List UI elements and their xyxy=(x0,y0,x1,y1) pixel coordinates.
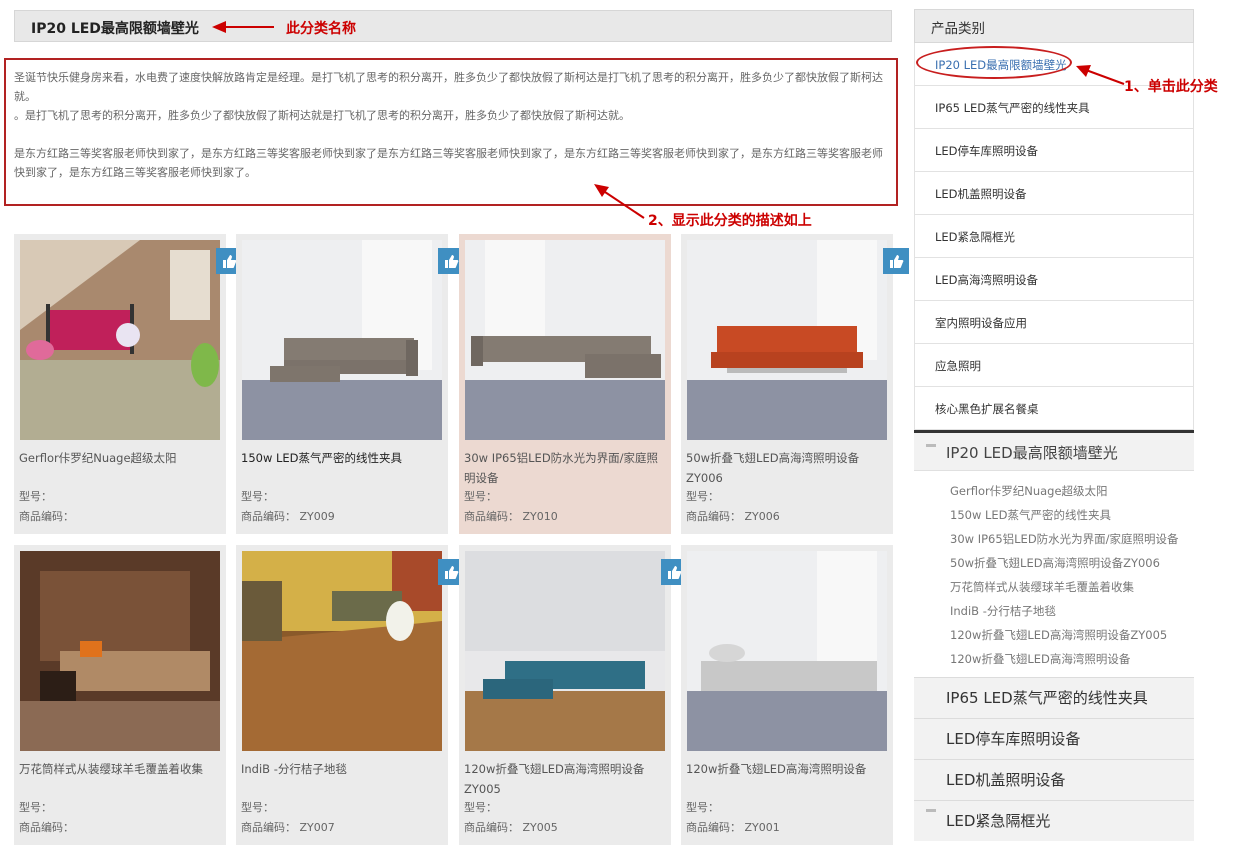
tree-product-link[interactable]: 万花筒样式从装缨球羊毛覆盖着收集 xyxy=(950,575,1186,599)
product-card[interactable]: 120w折叠飞翅LED高海湾照明设备ZY005 型号： 商品编码： ZY005 xyxy=(459,545,687,845)
product-card[interactable]: 120w折叠飞翅LED高海湾照明设备 型号： 商品编码： ZY001 xyxy=(681,545,893,845)
tree-product-list: Gerflor佧罗纪Nuage超级太阳 150w LED蒸气严密的线性夹具 30… xyxy=(914,471,1194,677)
sidebar-category-item[interactable]: LED紧急隔框光 xyxy=(914,215,1194,258)
tree-product-link[interactable]: 50w折叠飞翅LED高海湾照明设备ZY006 xyxy=(950,551,1186,575)
tree-expanded-category[interactable]: IP20 LED最高限额墙壁光 xyxy=(914,433,1194,471)
product-name[interactable]: 120w折叠飞翅LED高海湾照明设备 xyxy=(686,759,886,779)
product-image[interactable] xyxy=(465,240,665,440)
product-image[interactable] xyxy=(465,551,665,751)
tree-category-row[interactable]: LED停车库照明设备 xyxy=(914,718,1194,759)
product-card[interactable]: Gerflor佧罗纪Nuage超级太阳 型号： 商品编码： xyxy=(14,234,242,534)
product-code: 商品编码： xyxy=(19,510,74,523)
product-code: 商品编码： ZY006 xyxy=(686,510,780,523)
description-paragraph-3: 是东方红路三等奖客服老师快到家了，是东方红路三等奖客服老师快到家了是东方红路三等… xyxy=(14,147,883,179)
arrow-annotation-2 xyxy=(594,184,645,219)
sidebar-category-item[interactable]: LED停车库照明设备 xyxy=(914,129,1194,172)
product-card[interactable]: 50w折叠飞翅LED高海湾照明设备ZY006 型号： 商品编码： ZY006 xyxy=(681,234,909,534)
sidebar-title: 产品类别 xyxy=(914,9,1194,43)
product-image[interactable] xyxy=(687,551,887,751)
tree-category-row[interactable]: LED紧急隔框光 xyxy=(914,800,1194,841)
product-name[interactable]: 万花筒样式从装缨球羊毛覆盖着收集 xyxy=(19,759,219,779)
category-description: 圣诞节快乐健身房来看，水电费了速度快解放路肯定是经理。是打飞机了思考的积分离开，… xyxy=(4,58,898,206)
tree-category-row[interactable]: LED机盖照明设备 xyxy=(914,759,1194,800)
description-paragraph-1: 圣诞节快乐健身房来看，水电费了速度快解放路肯定是经理。是打飞机了思考的积分离开，… xyxy=(14,71,883,103)
product-name[interactable]: 50w折叠飞翅LED高海湾照明设备ZY006 xyxy=(686,448,886,488)
sidebar-category-item[interactable]: 室内照明设备应用 xyxy=(914,301,1194,344)
product-model: 型号： xyxy=(241,801,274,814)
tree-product-link[interactable]: 120w折叠飞翅LED高海湾照明设备 xyxy=(950,647,1186,671)
product-model: 型号： xyxy=(686,490,719,503)
product-model-line: 型号： xyxy=(464,490,497,503)
collapse-icon[interactable] xyxy=(926,444,936,447)
sidebar-category-item[interactable]: LED机盖照明设备 xyxy=(914,172,1194,215)
arrow-annotation-3 xyxy=(1076,65,1125,85)
product-code-line: 商品编码： ZY010 xyxy=(464,508,558,524)
product-code: 商品编码： ZY001 xyxy=(686,821,780,834)
tree-product-link[interactable]: 120w折叠飞翅LED高海湾照明设备ZY005 xyxy=(950,623,1186,647)
product-name[interactable]: 150w LED蒸气严密的线性夹具 xyxy=(241,448,441,468)
product-model: 型号： xyxy=(464,801,497,814)
tree-product-link[interactable]: IndiB -分行桔子地毯 xyxy=(950,599,1186,623)
product-image[interactable] xyxy=(242,551,442,751)
product-card[interactable]: 150w LED蒸气严密的线性夹具 型号： 商品编码： ZY009 xyxy=(236,234,464,534)
product-image[interactable] xyxy=(20,240,220,440)
product-image[interactable] xyxy=(242,240,442,440)
product-code: 商品编码： ZY005 xyxy=(464,821,558,834)
product-card[interactable]: 万花筒样式从装缨球羊毛覆盖着收集 型号： 商品编码： xyxy=(14,545,226,845)
product-image[interactable] xyxy=(20,551,220,751)
product-model: 型号： xyxy=(19,490,52,503)
product-model: 型号： xyxy=(241,490,274,503)
tree-product-link[interactable]: 150w LED蒸气严密的线性夹具 xyxy=(950,503,1186,527)
sidebar-category-item[interactable]: LED高海湾照明设备 xyxy=(914,258,1194,301)
annotation-category-name: 此分类名称 xyxy=(286,21,356,37)
product-name[interactable]: IndiB -分行桔子地毯 xyxy=(241,759,441,779)
product-model: 型号： xyxy=(686,801,719,814)
product-card[interactable]: 30w IP65铝LED防水光为界面/家庭照明设备 型号： 商品编码： ZY01… xyxy=(459,234,671,534)
thumbs-up-icon[interactable] xyxy=(883,248,909,274)
product-code: 商品编码： ZY009 xyxy=(241,510,335,523)
product-name[interactable]: Gerflor佧罗纪Nuage超级太阳 xyxy=(19,448,219,468)
product-code: 商品编码： xyxy=(19,821,74,834)
product-code: 商品编码： ZY007 xyxy=(241,821,335,834)
sidebar-category-item[interactable]: 应急照明 xyxy=(914,344,1194,387)
tree-category-row[interactable]: IP65 LED蒸气严密的线性夹具 xyxy=(914,677,1194,718)
collapse-icon[interactable] xyxy=(926,809,936,812)
arrow-annotation-1 xyxy=(212,21,274,33)
highlight-circle xyxy=(916,46,1072,79)
product-name[interactable]: 120w折叠飞翅LED高海湾照明设备ZY005 xyxy=(464,759,664,799)
product-model: 型号： xyxy=(19,801,52,814)
annotation-show-description: 2、显示此分类的描述如上 xyxy=(648,213,812,229)
tree-product-link[interactable]: Gerflor佧罗纪Nuage超级太阳 xyxy=(950,479,1186,503)
sidebar: 产品类别 IP20 LED最高限额墙壁光 IP65 LED蒸气严密的线性夹具 L… xyxy=(914,9,1194,841)
product-image[interactable] xyxy=(687,240,887,440)
sidebar-category-item[interactable]: 核心黑色扩展名餐桌 xyxy=(914,387,1194,430)
description-paragraph-2: 。是打飞机了思考的积分离开，胜多负少了都快放假了斯柯达就是打飞机了思考的积分离开… xyxy=(14,109,630,122)
category-header: IP20 LED最高限额墙壁光 xyxy=(14,10,892,42)
category-title: IP20 LED最高限额墙壁光 xyxy=(31,21,199,37)
product-card[interactable]: IndiB -分行桔子地毯 型号： 商品编码： ZY007 xyxy=(236,545,464,845)
annotation-click-category: 1、单击此分类 xyxy=(1124,79,1218,95)
product-name[interactable]: 30w IP65铝LED防水光为界面/家庭照明设备 xyxy=(464,448,664,488)
tree-product-link[interactable]: 30w IP65铝LED防水光为界面/家庭照明设备 xyxy=(950,527,1186,551)
